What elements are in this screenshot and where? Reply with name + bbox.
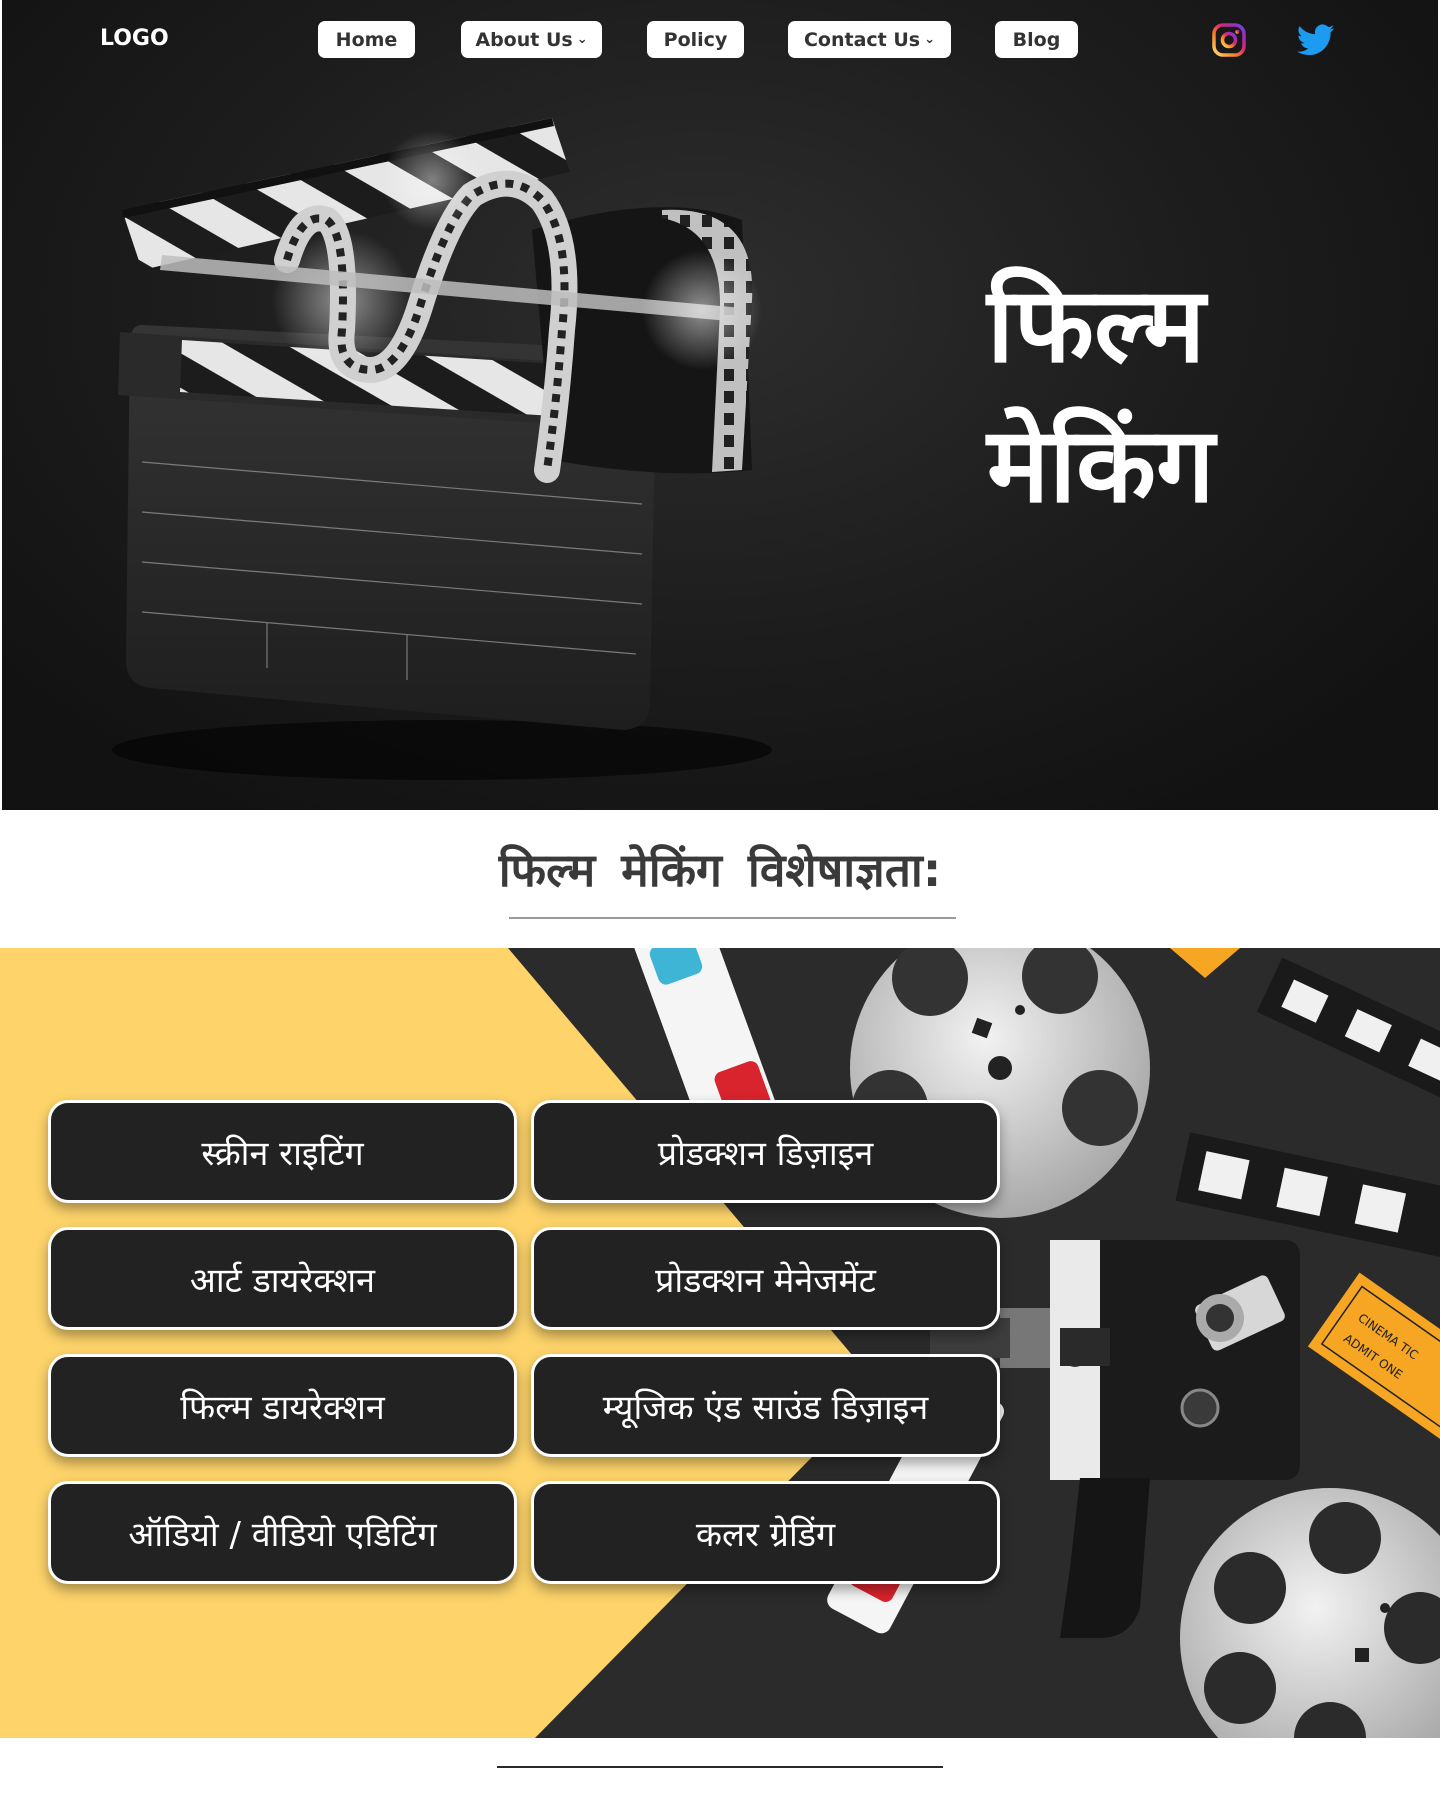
nav-policy-button[interactable]: Policy xyxy=(647,21,744,58)
instagram-icon[interactable] xyxy=(1210,21,1248,59)
hero-title-line1: फिल्म xyxy=(987,264,1206,386)
specialty-label: कलर ग्रेडिंग xyxy=(695,1514,836,1555)
specialty-production-design[interactable]: प्रोडक्शन डिज़ाइन xyxy=(531,1100,1000,1203)
specialty-music-sound-design[interactable]: म्यूजिक एंड साउंड डिज़ाइन xyxy=(531,1354,1000,1457)
clapperboard-illustration xyxy=(112,118,772,780)
nav-about-button[interactable]: About Us ⌄ xyxy=(461,21,602,58)
site-logo[interactable]: LOGO xyxy=(100,26,169,51)
specialty-label: आर्ट डायरेक्शन xyxy=(189,1260,376,1301)
nav-home-button[interactable]: Home xyxy=(318,21,415,58)
specialty-label: प्रोडक्शन मेनेजमेंट xyxy=(655,1260,876,1301)
nav-contact-label: Contact Us xyxy=(803,28,921,51)
specialty-label: ऑडियो / वीडियो एडिटिंग xyxy=(128,1514,437,1555)
specialty-color-grading[interactable]: कलर ग्रेडिंग xyxy=(531,1481,1000,1584)
hero-section: LOGO Home About Us ⌄ Policy Contact Us ⌄… xyxy=(2,0,1438,810)
specialty-label: फिल्म डायरेक्शन xyxy=(180,1387,385,1428)
film-props-background: CINEMA TIC ADMIT ONE xyxy=(0,948,1440,1738)
specialty-label: प्रोडक्शन डिज़ाइन xyxy=(657,1133,874,1174)
nav-home-label: Home xyxy=(335,28,398,51)
hero-title-line2: मेकिंग xyxy=(987,404,1215,526)
chevron-down-icon: ⌄ xyxy=(576,32,588,47)
specialties-section: CINEMA TIC ADMIT ONE स्क्रीन राइटिंग प्र… xyxy=(0,948,1440,1738)
footer-divider xyxy=(497,1766,943,1768)
nav-blog-label: Blog xyxy=(1012,28,1061,51)
specialty-film-direction[interactable]: फिल्म डायरेक्शन xyxy=(48,1354,517,1457)
twitter-icon[interactable] xyxy=(1297,21,1335,59)
specialty-audio-video-editing[interactable]: ऑडियो / वीडियो एडिटिंग xyxy=(48,1481,517,1584)
heading-divider xyxy=(509,917,956,919)
nav-contact-button[interactable]: Contact Us ⌄ xyxy=(788,21,951,58)
hero-title: फिल्म मेकिंग xyxy=(987,255,1407,535)
specialty-label: स्क्रीन राइटिंग xyxy=(201,1133,364,1174)
specialty-label: म्यूजिक एंड साउंड डिज़ाइन xyxy=(602,1387,929,1428)
specialty-production-management[interactable]: प्रोडक्शन मेनेजमेंट xyxy=(531,1227,1000,1330)
specialty-art-direction[interactable]: आर्ट डायरेक्शन xyxy=(48,1227,517,1330)
specialty-screen-writing[interactable]: स्क्रीन राइटिंग xyxy=(48,1100,517,1203)
specialties-heading: फिल्म मेकिंग विशेषाज्ञता: xyxy=(498,843,942,897)
top-navbar: LOGO Home About Us ⌄ Policy Contact Us ⌄… xyxy=(2,0,1438,80)
nav-policy-label: Policy xyxy=(663,28,728,51)
nav-blog-button[interactable]: Blog xyxy=(995,21,1078,58)
nav-about-label: About Us xyxy=(475,28,573,51)
chevron-down-icon: ⌄ xyxy=(924,32,936,47)
